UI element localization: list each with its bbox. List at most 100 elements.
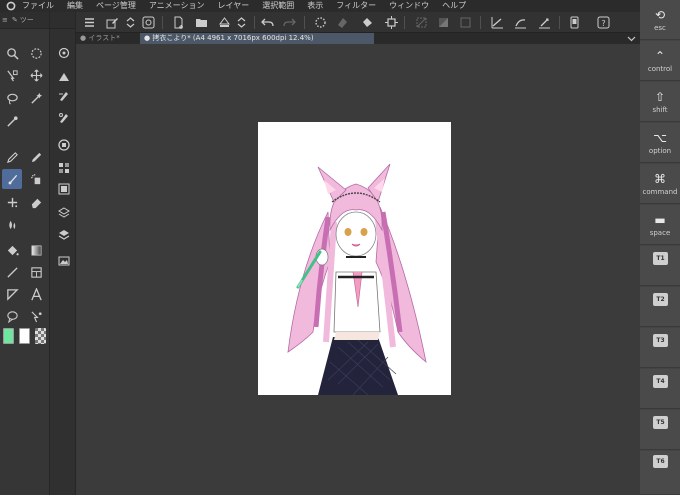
smartphone-icon[interactable]	[566, 14, 583, 31]
menu-view[interactable]: 表示	[307, 0, 323, 12]
menu-window[interactable]: ウィンドウ	[389, 0, 429, 12]
menu-selection[interactable]: 選択範囲	[262, 0, 294, 12]
special-ruler-icon[interactable]	[512, 14, 529, 31]
illustration-image	[287, 163, 427, 395]
shift-key[interactable]: ⇧ shift	[640, 82, 680, 122]
tab-illust[interactable]: ● イラスト*	[76, 33, 140, 44]
edit-layer-icon[interactable]	[104, 14, 121, 31]
command-icon: ⌘	[654, 171, 666, 186]
text-icon[interactable]	[26, 284, 46, 304]
color-set-icon[interactable]	[55, 159, 72, 176]
magic-wand-icon[interactable]	[26, 88, 46, 108]
pen-icon[interactable]	[2, 147, 22, 167]
modifier-key-panel: ⟲ esc ⌃ control ⇧ shift ⌥ option ⌘ comma…	[640, 0, 680, 495]
subtool-palette	[50, 12, 76, 495]
fill-icon[interactable]	[2, 240, 22, 260]
lasso-select-icon[interactable]	[2, 88, 22, 108]
eyedropper-icon[interactable]	[2, 111, 22, 131]
menu-edit[interactable]: 編集	[67, 0, 83, 12]
menu-animation[interactable]: アニメーション	[149, 0, 205, 12]
rotate-icon[interactable]	[26, 43, 46, 63]
new-file-icon[interactable]	[170, 14, 187, 31]
main-color-swatch[interactable]	[3, 328, 14, 344]
frame-border-icon[interactable]	[26, 262, 46, 282]
t2-key-label: T2	[653, 293, 668, 306]
open-file-icon[interactable]	[193, 14, 210, 31]
menu-file[interactable]: ファイル	[22, 0, 54, 12]
loading-icon[interactable]	[312, 14, 329, 31]
clear-icon[interactable]	[334, 14, 351, 31]
shift-key-label: shift	[652, 105, 668, 114]
intermediate-color-icon[interactable]	[55, 180, 72, 197]
operation-icon[interactable]	[2, 65, 22, 85]
menu-page[interactable]: ページ管理	[96, 0, 136, 12]
transform-icon[interactable]	[383, 14, 400, 31]
tool-palette-header: ≡ ✎ ツー	[0, 12, 49, 29]
space-icon: ▬	[654, 212, 666, 227]
zoom-icon[interactable]	[2, 43, 22, 63]
undo-icon: ⟲	[654, 7, 666, 22]
decoration-icon[interactable]	[2, 192, 22, 212]
deselect-icon[interactable]	[413, 14, 430, 31]
separator	[162, 16, 163, 29]
tab-active-label: 拷衣こより* (A4 4961 x 7016px 600dpi 12.4%)	[152, 34, 314, 42]
layer-property-icon[interactable]	[55, 204, 72, 221]
correct-line-icon[interactable]	[26, 306, 46, 326]
navigator-icon[interactable]	[55, 44, 72, 61]
airbrush-icon[interactable]	[26, 169, 46, 189]
separator	[304, 16, 305, 29]
control-icon: ⌃	[654, 48, 666, 63]
layer-icon[interactable]	[55, 226, 72, 243]
color-wheel-icon[interactable]	[55, 136, 72, 153]
menu-layer[interactable]: レイヤー	[218, 0, 250, 12]
ruler-icon[interactable]	[2, 284, 22, 304]
command-key[interactable]: ⌘ command	[640, 164, 680, 204]
space-key[interactable]: ▬ space	[640, 205, 680, 245]
line-figure-icon[interactable]	[2, 262, 22, 282]
canvas-paper[interactable]	[258, 122, 451, 395]
esc-key[interactable]: ⟲ esc	[640, 0, 680, 40]
tool-palette: ≡ ✎ ツー	[0, 12, 50, 495]
control-key[interactable]: ⌃ control	[640, 41, 680, 81]
option-key[interactable]: ⌥ option	[640, 123, 680, 163]
eraser-icon[interactable]	[26, 192, 46, 212]
brush-size-icon[interactable]	[55, 67, 72, 84]
fill-bucket-icon[interactable]	[359, 14, 376, 31]
undo-icon[interactable]	[259, 14, 276, 31]
menu-help[interactable]: ヘルプ	[442, 0, 466, 12]
gradient-icon[interactable]	[26, 240, 46, 260]
t6-key-label: T6	[653, 455, 668, 468]
canvas-area[interactable]	[76, 44, 640, 495]
chevron-updown-icon[interactable]	[122, 14, 139, 31]
separator	[559, 16, 560, 29]
balloon-icon[interactable]	[2, 306, 22, 326]
move-icon[interactable]	[26, 65, 46, 85]
separator	[404, 16, 405, 29]
brush-icon[interactable]	[2, 169, 22, 189]
chevron-down-icon[interactable]	[627, 34, 636, 43]
pencil-icon[interactable]	[26, 147, 46, 167]
menu-filter[interactable]: フィルター	[336, 0, 376, 12]
pen-tab-icon[interactable]: ✎	[12, 16, 18, 24]
hamburger-menu-icon[interactable]	[81, 14, 98, 31]
chevron-updown-icon[interactable]	[233, 14, 250, 31]
invert-selection-icon[interactable]	[435, 14, 452, 31]
t5-key-label: T5	[653, 416, 668, 429]
sub-color-swatch[interactable]	[19, 328, 30, 344]
companion-icon[interactable]	[140, 14, 157, 31]
save-icon[interactable]	[216, 14, 233, 31]
ruler-snap-icon[interactable]	[489, 14, 506, 31]
app-logo-icon[interactable]	[0, 1, 22, 11]
panel-menu-icon[interactable]: ≡	[2, 16, 8, 24]
help-icon[interactable]: ?	[595, 14, 612, 31]
blend-icon[interactable]	[2, 214, 22, 234]
material-icon[interactable]	[55, 252, 72, 269]
grid-snap-icon[interactable]	[536, 14, 553, 31]
esc-key-label: esc	[654, 23, 666, 32]
sub-tool-detail-icon[interactable]	[55, 109, 72, 126]
selection-area-icon[interactable]	[457, 14, 474, 31]
tab-active-document[interactable]: ● 拷衣こより* (A4 4961 x 7016px 600dpi 12.4%)	[140, 33, 374, 44]
transparent-color-swatch[interactable]	[35, 328, 46, 344]
redo-icon[interactable]	[281, 14, 298, 31]
tool-property-icon[interactable]	[55, 87, 72, 104]
